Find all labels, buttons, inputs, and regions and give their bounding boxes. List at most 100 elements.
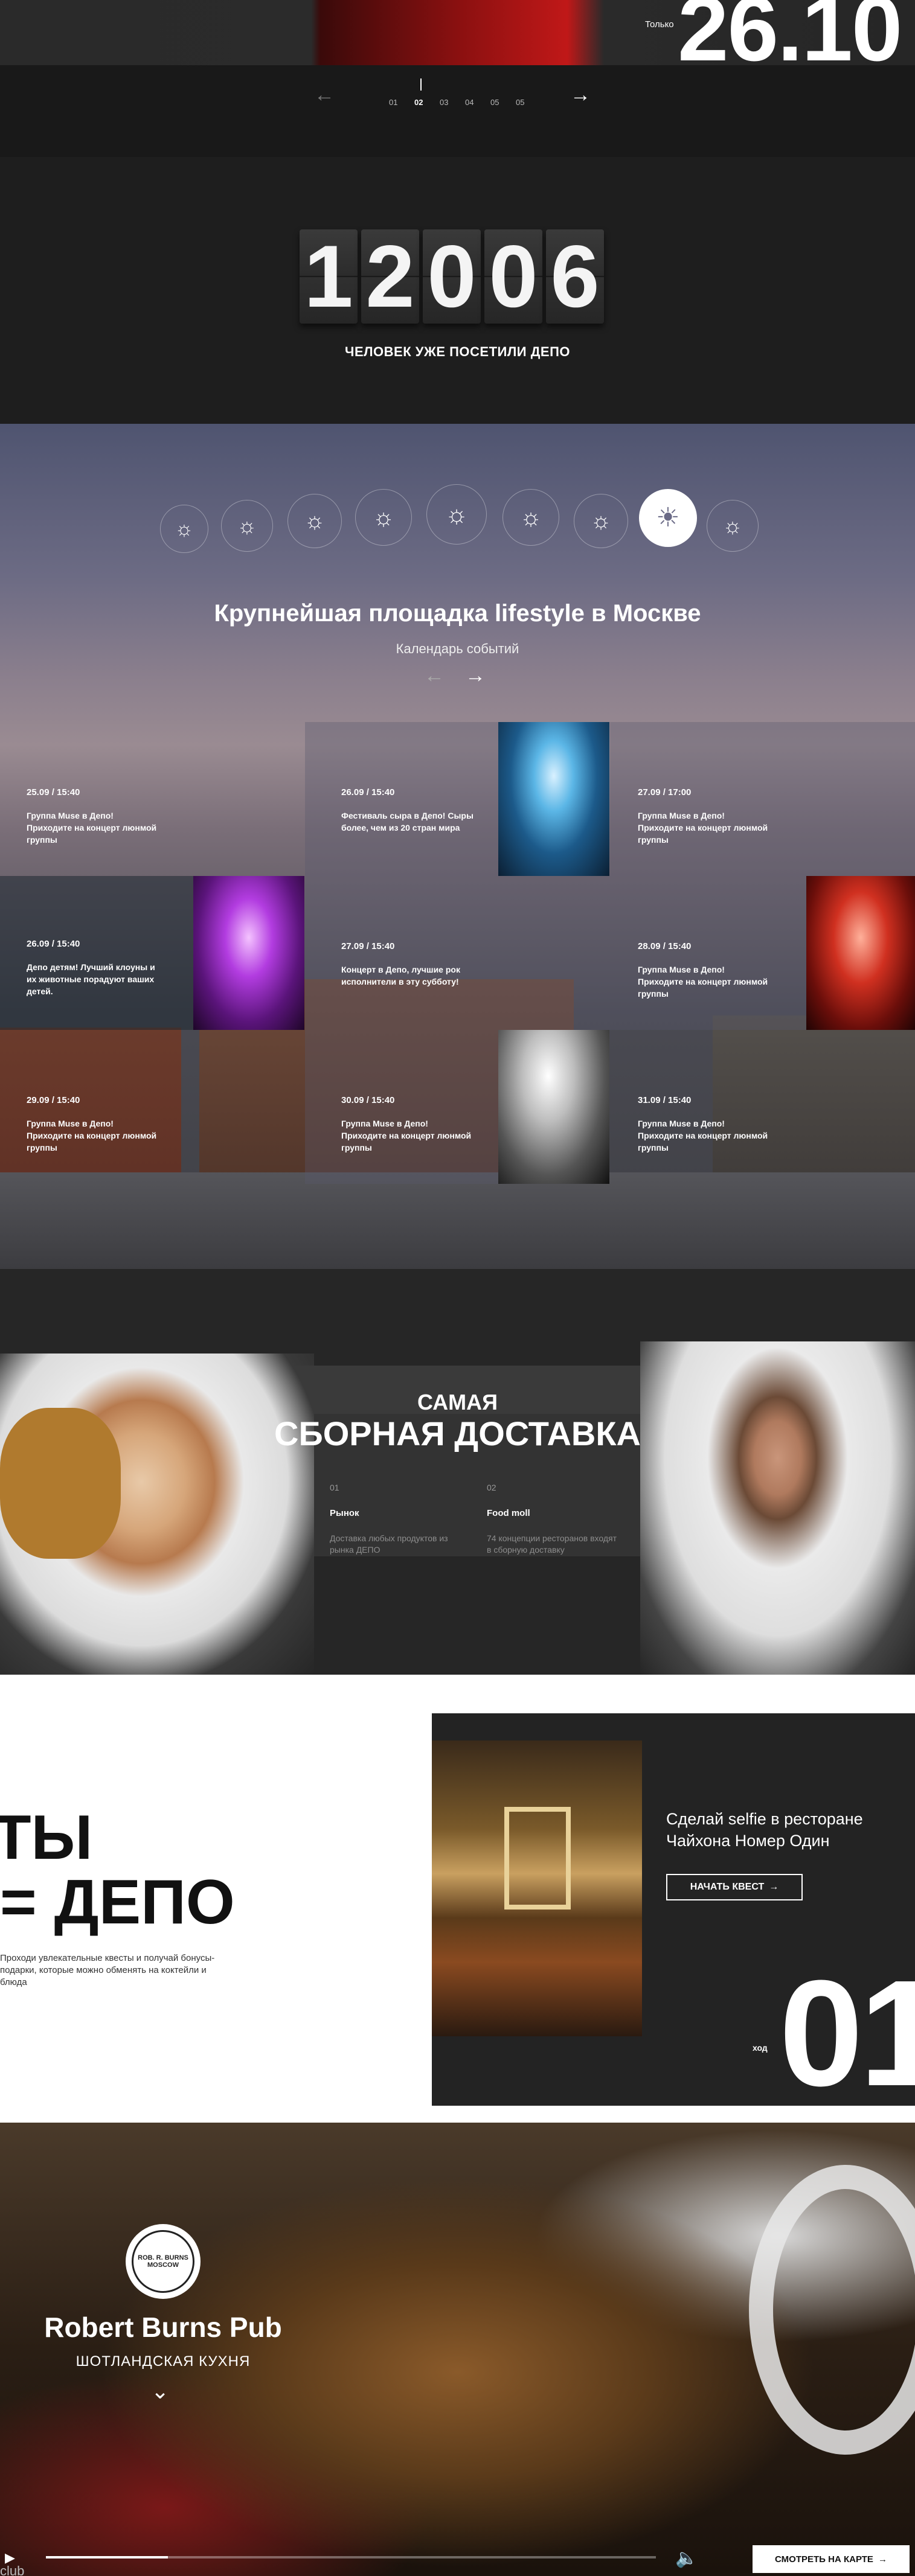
sun-icon[interactable]: ☼ [355,489,412,546]
pub-name: Robert Burns Pub [44,2312,282,2343]
quest-equals-depo-heading: = ДЕПО [0,1867,235,1937]
sun-icon[interactable]: ☼ [574,494,628,548]
delivery-item-desc: 74 концепции ресторанов входят в сборную… [487,1533,617,1555]
event-card[interactable]: 31.09 / 15:40 Группа Muse в Депо! Приход… [610,1030,915,1184]
slider-pagination: 01 02 03 04 05 05 [387,78,531,115]
delivery-item-number: 01 [330,1483,339,1492]
delivery-item-desc: Доставка любых продуктов из рынка ДЕПО [330,1533,448,1555]
background-parking [0,1172,915,1269]
event-date: 26.09 / 15:40 [341,787,395,797]
slide-only-label: Только [645,19,674,30]
video-controls: ▶ 🔈 СМОТРЕТЬ НА КАРТЕ → [0,2536,915,2576]
event-date: 25.09 / 15:40 [27,787,80,797]
view-on-map-button[interactable]: СМОТРЕТЬ НА КАРТЕ → [753,2545,910,2573]
visitors-counter: 1 2 0 0 6 ЧЕЛОВЕК УЖЕ ПОСЕТИЛИ ДЕПО [0,157,915,424]
delivery-item[interactable]: 01 Рынок Доставка любых продуктов из рын… [330,1483,463,1556]
events-subtitle[interactable]: Календарь событий [0,641,915,657]
sun-icon[interactable]: ☼ [160,505,208,553]
volume-icon[interactable]: 🔈 [675,2548,698,2569]
quest-section: ТЫ = ДЕПО Проходи увлекательные квесты и… [0,1675,915,2123]
chevron-down-icon[interactable]: ⌄ [151,2379,169,2404]
quest-step-label: ход [753,2043,768,2053]
sun-icon[interactable]: ☼ [502,489,559,546]
slider-next-arrow-icon[interactable]: → [570,85,591,105]
event-photo-singer[interactable] [498,1030,609,1184]
weather-forecast-row: ☼ ☼ ☼ ☼ ☼ ☼ ☼ ☀ ☼ [151,484,767,553]
events-next-arrow-icon[interactable]: → [465,665,486,686]
counter-digit: 6 [546,229,604,324]
event-photo-band[interactable] [806,876,915,1030]
delivery-item-name: Food moll [487,1508,530,1518]
partial-text: club [0,2563,25,2576]
event-card[interactable]: 27.09 / 17:00 Группа Muse в Депо! Приход… [610,722,915,876]
counter-digit: 2 [361,229,419,324]
counter-digits: 1 2 0 0 6 [300,229,606,324]
quest-restaurant-photo [432,1740,642,2036]
event-card[interactable]: 30.09 / 15:40 Группа Muse в Депо! Приход… [305,1030,498,1184]
events-prev-arrow-icon[interactable]: ← [424,665,445,686]
counter-label: ЧЕЛОВЕК УЖЕ ПОСЕТИЛИ ДЕПО [344,344,570,359]
view-on-map-label: СМОТРЕТЬ НА КАРТЕ [775,2554,873,2565]
event-date: 28.09 / 15:40 [638,941,692,951]
counter-digit: 0 [484,229,542,324]
delivery-section: САМАЯ СБОРНАЯ ДОСТАВКА 01 Рынок Доставка… [0,1269,915,1675]
top-slider: Только 26.10 ← 01 02 03 04 05 05 → [0,0,915,157]
arrow-right-icon: → [878,2554,887,2565]
event-card[interactable]: 27.09 / 15:40 Концерт в Депо, лучшие рок… [305,876,610,1030]
pub-logo-emblem: ROB. R. BURNS MOSCOW [132,2230,194,2293]
sun-icon[interactable]: ☼ [426,484,487,545]
quest-step-number: 01 [779,1949,915,2117]
event-card[interactable]: 25.09 / 15:40 Группа Muse в Депо! Приход… [0,722,181,876]
event-photo-stage[interactable] [193,876,304,1030]
delivery-item-name: Рынок [330,1508,359,1518]
event-card[interactable]: 26.09 / 15:40 Депо детям! Лучший клоуны … [0,876,193,1030]
sun-icon[interactable]: ☀ [639,489,697,547]
quest-task-heading: Сделай selfie в ресторане Чайхона Номер … [666,1810,863,1850]
pub-cuisine: ШОТЛАНДСКАЯ КУХНЯ [75,2353,251,2370]
pub-section: ROB. R. BURNS MOSCOW Robert Burns Pub ШО… [0,2123,915,2576]
page-dot-2[interactable]: 02 [414,98,423,107]
video-progress-fill [46,2556,168,2558]
delivery-title: СБОРНАЯ ДОСТАВКА [274,1414,641,1453]
arrow-right-icon: → [769,1882,779,1892]
quest-you-heading: ТЫ [0,1803,93,1873]
event-text: Группа Muse в Депо! Приходите на концерт… [27,1119,157,1152]
page-dot-6[interactable]: 05 [516,98,524,107]
sun-icon[interactable]: ☼ [287,494,342,548]
counter-digit: 0 [423,229,481,324]
event-date: 30.09 / 15:40 [341,1095,395,1105]
pub-logo[interactable]: ROB. R. BURNS MOSCOW [126,2224,201,2299]
event-text: Фестиваль сыра в Депо! Сыры более, чем и… [341,811,474,833]
slider-prev-arrow-icon[interactable]: ← [314,85,335,105]
delivery-kicker: САМАЯ [417,1390,498,1414]
event-date: 31.09 / 15:40 [638,1095,692,1105]
quest-panel: Сделай selfie в ресторане Чайхона Номер … [432,1713,915,2117]
start-quest-button[interactable]: НАЧАТЬ КВЕСТ → [666,1874,803,1900]
event-text: Группа Muse в Депо! Приходите на концерт… [341,1119,472,1152]
page-dot-5[interactable]: 05 [490,98,499,107]
counter-digit: 1 [300,229,358,324]
sun-icon[interactable]: ☼ [707,500,759,552]
photo-frame-decor [504,1807,571,1910]
event-photo-concert[interactable] [498,722,609,876]
page-dot-4[interactable]: 04 [465,98,474,107]
event-text: Группа Muse в Депо! Приходите на концерт… [638,965,768,999]
page-dot-3[interactable]: 03 [440,98,448,107]
event-card[interactable]: 28.09 / 15:40 Группа Muse в Депо! Приход… [610,876,806,1030]
page-dot-1[interactable]: 01 [389,98,397,107]
delivery-item[interactable]: 02 Food moll 74 концепции ресторанов вхо… [487,1483,620,1556]
video-progress-track[interactable] [46,2556,656,2558]
slide-date: 26.10 [678,0,902,80]
event-date: 27.09 / 15:40 [341,941,395,951]
event-text: Группа Muse в Депо! Приходите на концерт… [27,811,157,845]
event-text: Концерт в Депо, лучшие рок исполнители в… [341,965,460,986]
sun-icon[interactable]: ☼ [221,500,273,552]
event-text: Группа Muse в Депо! Приходите на концерт… [638,811,768,845]
start-quest-label: НАЧАТЬ КВЕСТ [690,1882,765,1892]
event-card[interactable]: 29.09 / 15:40 Группа Muse в Депо! Приход… [0,1030,181,1184]
event-card[interactable]: 26.09 / 15:40 Фестиваль сыра в Депо! Сыр… [305,722,498,876]
event-date: 29.09 / 15:40 [27,1095,80,1105]
event-date: 26.09 / 15:40 [27,939,80,949]
event-text: Депо детям! Лучший клоуны и их животные … [27,962,155,996]
pagination-active-tick [420,78,422,91]
